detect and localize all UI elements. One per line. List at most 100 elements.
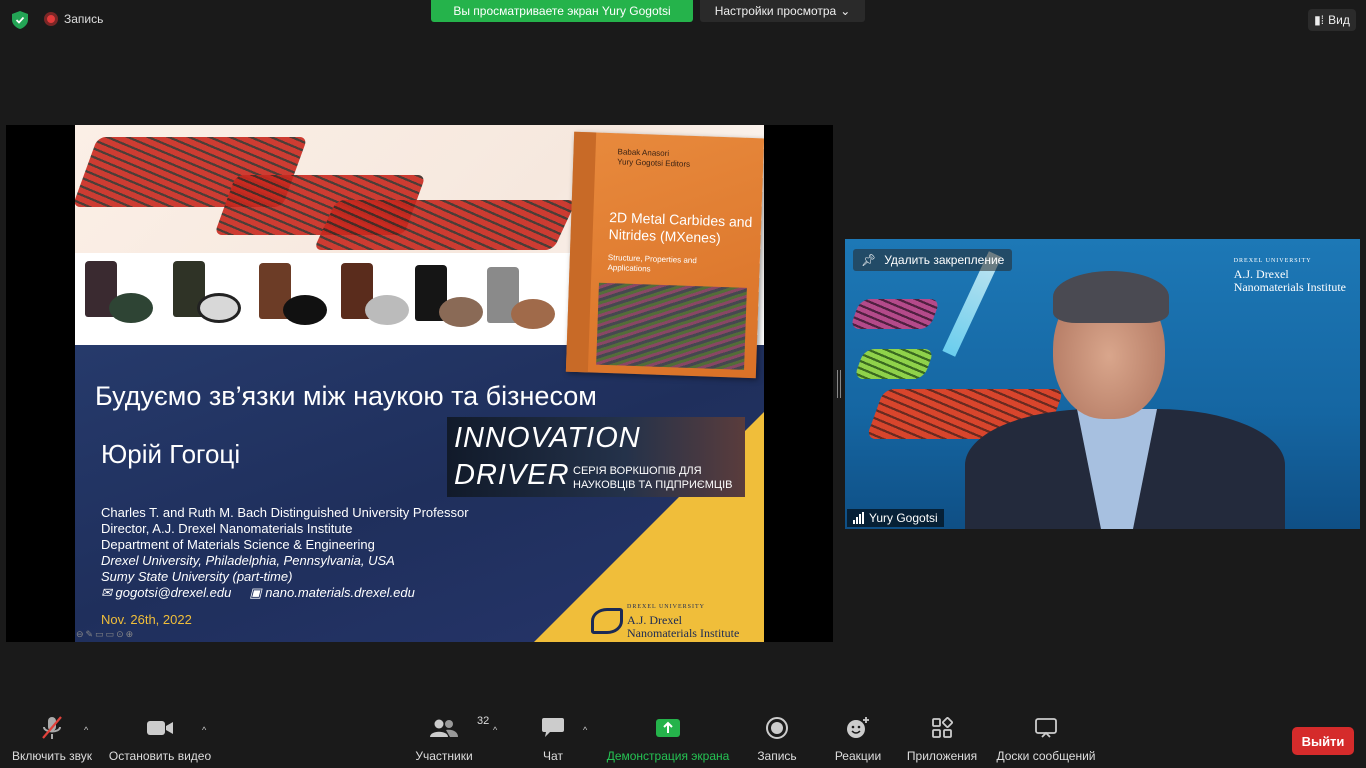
record-button[interactable]: Запись bbox=[754, 713, 800, 768]
participants-button[interactable]: 32 Участники bbox=[412, 713, 489, 768]
website-text: nano.materials.drexel.edu bbox=[265, 585, 415, 600]
innovation-sub-2: НАУКОВЦІВ ТА ПІДПРИЄМЦІВ bbox=[573, 479, 733, 491]
monitor-icon: ▣ bbox=[249, 585, 262, 600]
participant-name-label: Yury Gogotsi bbox=[847, 509, 944, 527]
chat-button[interactable]: Чат bbox=[534, 713, 572, 768]
recording-label: Запись bbox=[64, 12, 104, 26]
record-label: Запись bbox=[757, 749, 797, 763]
stop-video-button[interactable]: Остановить видео bbox=[106, 713, 214, 768]
record-dot-icon bbox=[44, 12, 58, 26]
vials-row bbox=[75, 253, 570, 345]
contact-row: ✉ gogotsi@drexel.edu ▣ nano.materials.dr… bbox=[101, 585, 415, 601]
camera-icon[interactable]: ▭ bbox=[106, 629, 117, 639]
split-view-divider-handle[interactable] bbox=[837, 370, 841, 398]
meeting-toolbar: Включить звук ^ Остановить видео ^ 32 Уч… bbox=[0, 713, 1366, 768]
share-screen-button[interactable]: Демонстрация экрана bbox=[604, 713, 732, 768]
film-disc-image bbox=[283, 295, 327, 325]
email-text: gogotsi@drexel.edu bbox=[115, 585, 232, 600]
envelope-icon: ✉ bbox=[101, 585, 112, 600]
apps-label: Приложения bbox=[906, 749, 978, 763]
chevron-down-icon: ⌄ bbox=[840, 4, 851, 18]
back-arrow-icon[interactable]: ⊖ bbox=[76, 629, 86, 639]
audio-options-caret-icon[interactable]: ^ bbox=[84, 725, 88, 735]
participant-video-tile[interactable]: 📌︎ Удалить закрепление DREXEL UNIVERSITY… bbox=[845, 239, 1360, 529]
forward-arrow-icon[interactable]: ⊕ bbox=[126, 629, 136, 639]
pin-icon: 📌︎ bbox=[861, 253, 877, 267]
whiteboards-button[interactable]: Доски сообщений bbox=[994, 713, 1098, 768]
affiliation-line: Sumy State University (part-time) bbox=[101, 569, 293, 584]
reactions-label: Реакции bbox=[834, 749, 882, 763]
film-disc-image bbox=[365, 295, 409, 325]
video-camera-icon bbox=[146, 713, 174, 743]
participant-name: Yury Gogotsi bbox=[869, 511, 938, 525]
innovation-subtitle: СЕРІЯ ВОРКШОПІВ ДЛЯ НАУКОВЦІВ ТА ПІДПРИЄ… bbox=[573, 464, 732, 492]
presentation-slide: Babak Anasori Yury Gogotsi Editors 2D Me… bbox=[75, 125, 764, 642]
participants-count: 32 bbox=[477, 715, 490, 727]
affiliation-line: Charles T. and Ruth M. Bach Distinguishe… bbox=[101, 505, 469, 520]
participants-icon: 32 bbox=[429, 713, 489, 743]
speaker-name: Юрій Гогоці bbox=[101, 439, 241, 469]
video-drexel-logo: DREXEL UNIVERSITY A.J. Drexel Nanomateri… bbox=[1234, 255, 1346, 294]
chat-options-caret-icon[interactable]: ^ bbox=[583, 725, 587, 735]
mxene-crystal-image bbox=[313, 200, 577, 250]
film-disc-image bbox=[197, 293, 241, 323]
record-icon bbox=[766, 713, 788, 743]
view-options-label: Настройки просмотра bbox=[714, 4, 837, 18]
security-shield-icon[interactable] bbox=[12, 11, 28, 29]
innovation-driver-logo: INNOVATION DRIVER СЕРІЯ ВОРКШОПІВ ДЛЯ НА… bbox=[447, 417, 745, 497]
pen-icon[interactable]: ✎ bbox=[86, 629, 96, 639]
film-disc-image bbox=[109, 293, 153, 323]
reactions-button[interactable]: Реакции bbox=[832, 713, 884, 768]
background-crystal-image bbox=[849, 299, 941, 329]
recording-indicator[interactable]: Запись bbox=[44, 12, 103, 26]
more-icon[interactable]: ⊙ bbox=[116, 629, 126, 639]
whiteboard-icon bbox=[1034, 713, 1058, 743]
unpin-label: Удалить закрепление bbox=[884, 253, 1005, 267]
book-editors: Babak Anasori Yury Gogotsi Editors bbox=[617, 147, 691, 170]
affiliation-line: Drexel University, Philadelphia, Pennsyl… bbox=[101, 553, 395, 568]
participants-options-caret-icon[interactable]: ^ bbox=[493, 725, 497, 735]
apps-icon bbox=[931, 713, 953, 743]
slide-date: Nov. 26th, 2022 bbox=[101, 612, 192, 627]
share-screen-label: Демонстрация экрана bbox=[606, 749, 730, 763]
innovation-sub-1: СЕРІЯ ВОРКШОПІВ ДЛЯ bbox=[573, 465, 702, 477]
unmute-label: Включить звук bbox=[11, 749, 93, 763]
stop-video-label: Остановить видео bbox=[108, 749, 212, 763]
affiliation-line: Director, A.J. Drexel Nanomaterials Inst… bbox=[101, 521, 353, 536]
share-screen-icon bbox=[655, 713, 681, 743]
view-options-dropdown[interactable]: Настройки просмотра ⌄ bbox=[700, 0, 865, 22]
dragon-logo-icon bbox=[591, 607, 623, 634]
view-button[interactable]: ▮⁞ Вид bbox=[1308, 9, 1356, 31]
book-cover-art bbox=[596, 282, 747, 370]
leave-meeting-button[interactable]: Выйти bbox=[1292, 727, 1354, 755]
captions-icon[interactable]: ▭ bbox=[95, 629, 106, 639]
affiliation-line: Department of Materials Science & Engine… bbox=[101, 537, 375, 552]
website-contact: ▣ nano.materials.drexel.edu bbox=[249, 585, 415, 601]
chat-label: Чат bbox=[543, 749, 563, 763]
top-bar: Запись Вы просматриваете экран Yury Gogo… bbox=[0, 0, 1366, 40]
unpin-button[interactable]: 📌︎ Удалить закрепление bbox=[853, 249, 1013, 271]
film-disc-image bbox=[511, 299, 555, 329]
muted-microphone-icon bbox=[40, 713, 64, 743]
shared-screen: Babak Anasori Yury Gogotsi Editors 2D Me… bbox=[6, 125, 833, 642]
speaker-affiliations: Charles T. and Ruth M. Bach Distinguishe… bbox=[101, 505, 469, 585]
book-subtitle: Structure, Properties and Applications bbox=[607, 253, 697, 274]
signal-strength-icon bbox=[853, 512, 864, 524]
person-hair bbox=[1053, 271, 1169, 323]
video-logo-line-2: Nanomaterials Institute bbox=[1233, 280, 1346, 294]
participants-label: Участники bbox=[415, 749, 473, 763]
innovation-line-2: DRIVER bbox=[454, 459, 570, 491]
book-cover-image: Babak Anasori Yury Gogotsi Editors 2D Me… bbox=[565, 131, 764, 379]
unmute-button[interactable]: Включить звук bbox=[8, 713, 96, 768]
screen-share-banner: Вы просматриваете экран Yury Gogotsi bbox=[431, 0, 693, 22]
book-title: 2D Metal Carbides and Nitrides (MXenes) bbox=[608, 209, 753, 246]
reactions-smiley-icon bbox=[846, 713, 870, 743]
apps-button[interactable]: Приложения bbox=[904, 713, 980, 768]
slide-controls[interactable]: ⊖✎▭▭⊙⊕ bbox=[76, 629, 135, 640]
book-editor-2: Yury Gogotsi Editors bbox=[617, 157, 691, 169]
video-options-caret-icon[interactable]: ^ bbox=[202, 725, 206, 735]
view-button-label: Вид bbox=[1328, 13, 1350, 27]
whiteboards-label: Доски сообщений bbox=[996, 749, 1096, 763]
drexel-logo-line-2: Nanomaterials Institute bbox=[627, 626, 740, 640]
chat-bubble-icon bbox=[541, 713, 565, 743]
